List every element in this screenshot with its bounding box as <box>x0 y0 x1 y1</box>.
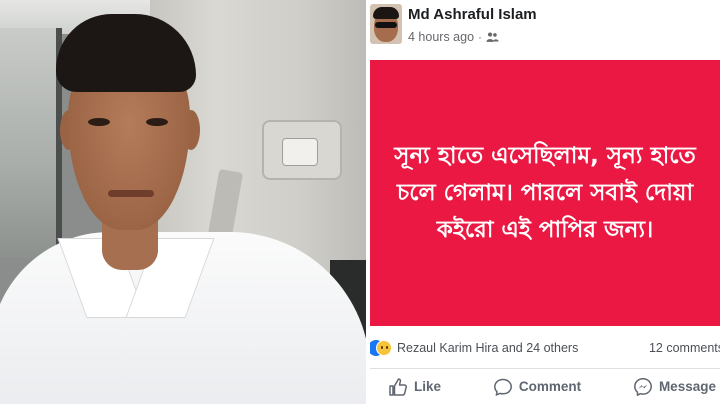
comment-label: Comment <box>518 379 582 394</box>
message-label: Message <box>658 379 716 394</box>
message-button[interactable]: Message <box>633 377 716 397</box>
post-text: সূন্য হাতে এসেছিলাম, সূন্য হাতে চলে গেলা… <box>394 142 696 243</box>
post-body: সূন্য হাতে এসেছিলাম, সূন্য হাতে চলে গেলা… <box>370 60 720 326</box>
thumbs-up-icon <box>389 377 408 396</box>
reaction-icons <box>370 340 392 356</box>
reactions-summary[interactable]: Rezaul Karim Hira and 24 others <box>370 340 578 356</box>
eye-right <box>146 118 168 126</box>
profile-photo <box>0 0 366 404</box>
meta-separator: · <box>478 30 483 44</box>
facebook-post: Md Ashraful Islam 4 hours ago · সূন্য হা… <box>370 0 720 404</box>
author-avatar[interactable] <box>370 4 402 44</box>
reactions-text: Rezaul Karim Hira and 24 others <box>397 341 579 355</box>
car-window <box>0 28 62 258</box>
author-name[interactable]: Md Ashraful Islam <box>408 6 537 23</box>
comment-button[interactable]: Comment <box>493 377 581 397</box>
post-meta: 4 hours ago · <box>408 30 499 44</box>
mouth <box>108 190 154 197</box>
post-timestamp[interactable]: 4 hours ago <box>408 30 474 44</box>
like-button[interactable]: Like <box>388 377 441 397</box>
post-header: Md Ashraful Islam 4 hours ago · <box>370 0 720 58</box>
comment-count[interactable]: 12 comments <box>649 341 720 355</box>
grab-handle <box>282 138 318 166</box>
like-label: Like <box>414 379 442 394</box>
eye-left <box>88 118 110 126</box>
comment-icon <box>493 378 512 396</box>
friends-icon[interactable] <box>486 31 499 43</box>
messenger-icon <box>633 377 652 396</box>
reactions-bar: Rezaul Karim Hira and 24 others 12 comme… <box>370 334 720 362</box>
actions-bar: Like Comment Message <box>370 368 720 404</box>
sad-reaction-icon <box>376 340 392 356</box>
